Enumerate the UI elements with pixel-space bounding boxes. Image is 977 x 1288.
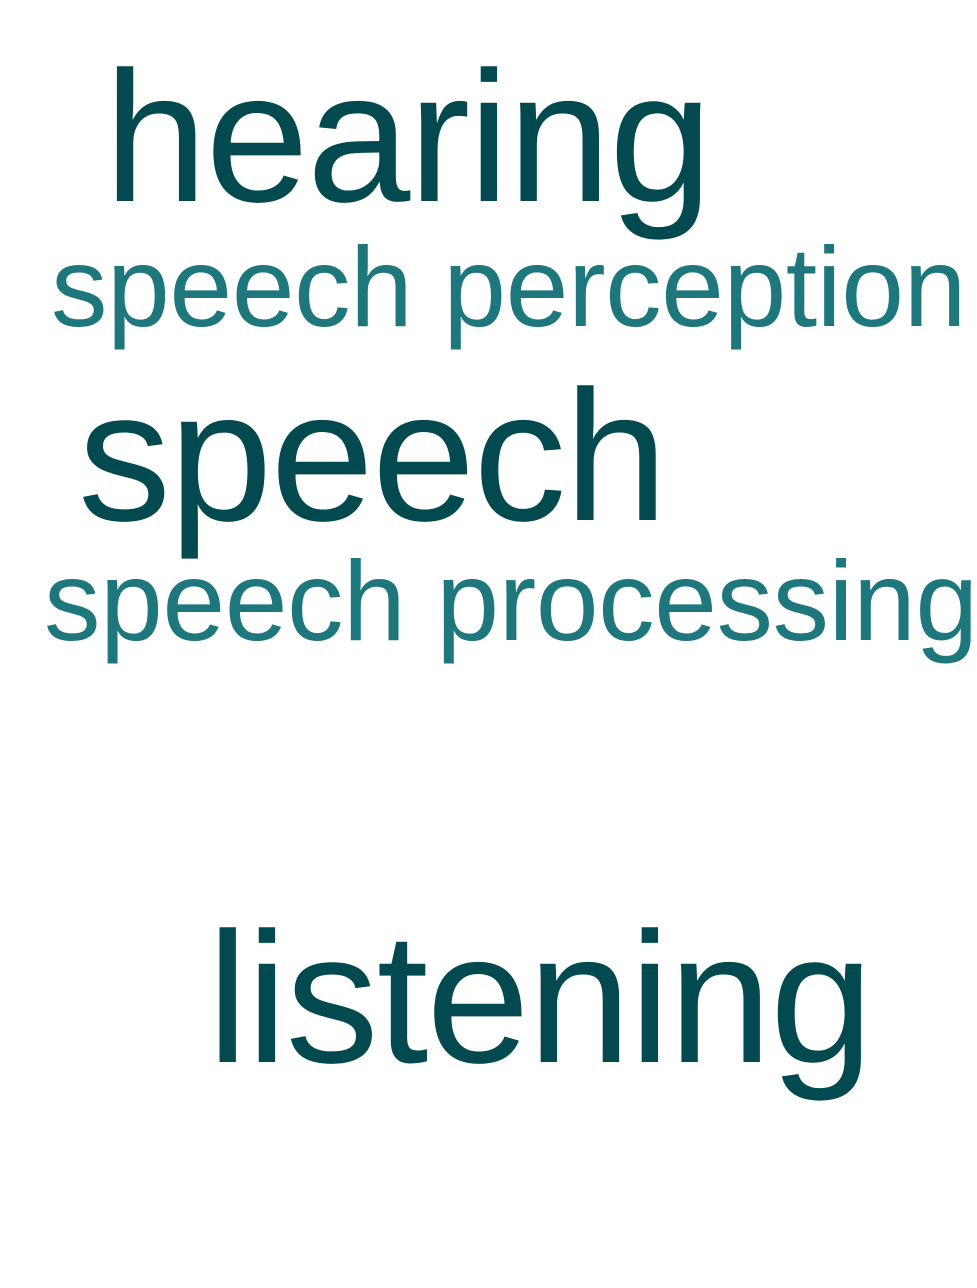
word-hearing: hearing (104, 34, 712, 241)
word-speech-processing: speech processing (44, 538, 977, 664)
word-listening: listening (207, 895, 873, 1102)
word-speech: speech (78, 353, 668, 560)
word-cloud: hearing speech perception speech speech … (0, 0, 977, 1288)
word-speech-perception: speech perception (51, 224, 966, 350)
